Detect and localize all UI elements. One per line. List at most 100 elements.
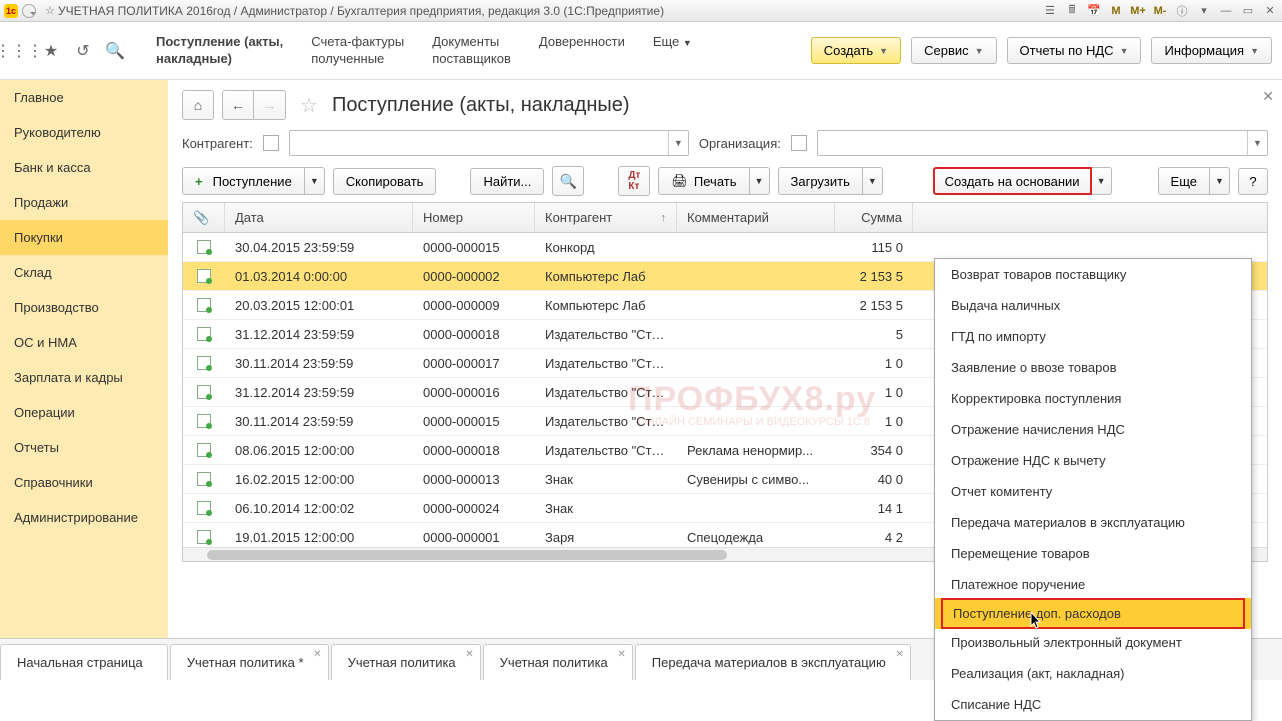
- tab-close-icon[interactable]: ✕: [465, 649, 473, 660]
- col-comm[interactable]: Комментарий: [677, 203, 835, 232]
- nav-tab[interactable]: Счета-фактурыполученные: [297, 34, 418, 68]
- menu-item[interactable]: Списание НДС: [935, 689, 1251, 720]
- bottom-tab[interactable]: Передача материалов в эксплуатацию✕: [635, 644, 911, 680]
- nav-tab[interactable]: Доверенности: [525, 34, 639, 68]
- filter-contragent-checkbox[interactable]: [263, 135, 279, 151]
- menu-item[interactable]: Отражение НДС к вычету: [935, 445, 1251, 476]
- document-icon: [197, 240, 211, 254]
- maximize-icon[interactable]: ▭: [1240, 3, 1256, 19]
- home-button[interactable]: ⌂: [182, 90, 214, 120]
- create-based-on-menu: Возврат товаров поставщикуВыдача наличны…: [934, 258, 1252, 721]
- memory-mplus-button[interactable]: M+: [1130, 3, 1146, 19]
- find-button[interactable]: Найти...: [470, 168, 544, 195]
- sidebar-item[interactable]: Руководителю: [0, 115, 168, 150]
- menu-item[interactable]: Заявление о ввозе товаров: [935, 352, 1251, 383]
- tab-close-icon[interactable]: ✕: [313, 649, 321, 660]
- tab-close-icon[interactable]: ✕: [895, 649, 903, 660]
- close-icon[interactable]: ✕: [1262, 3, 1278, 19]
- caret-icon[interactable]: ▼: [1247, 131, 1267, 155]
- create-based-on-button[interactable]: Создать на основании: [933, 167, 1092, 195]
- sidebar-item[interactable]: ОС и НМА: [0, 325, 168, 360]
- menu-item[interactable]: Реализация (акт, накладная): [935, 658, 1251, 689]
- back-button[interactable]: ←: [222, 90, 254, 120]
- more-button[interactable]: Еще: [1158, 167, 1210, 195]
- panel-close-icon[interactable]: ✕: [1262, 88, 1274, 105]
- help-button[interactable]: ?: [1238, 168, 1268, 195]
- info-icon[interactable]: ⓘ: [1174, 3, 1190, 19]
- print-button[interactable]: 🖨 Печать: [658, 167, 749, 195]
- sidebar-item[interactable]: Покупки: [0, 220, 168, 255]
- reports-button[interactable]: Отчеты по НДС▼: [1007, 37, 1142, 64]
- menu-item[interactable]: Платежное поручение: [935, 569, 1251, 600]
- bottom-tab[interactable]: Учетная политика✕: [483, 644, 633, 680]
- favorite-star-icon[interactable]: ☆: [300, 93, 318, 118]
- tab-close-icon[interactable]: ✕: [617, 649, 625, 660]
- dropdown-icon[interactable]: [22, 4, 36, 18]
- search-icon[interactable]: 🔍: [106, 42, 124, 60]
- col-date[interactable]: Дата: [225, 203, 413, 232]
- filter-org-checkbox[interactable]: [791, 135, 807, 151]
- menu-item[interactable]: Возврат товаров поставщику: [935, 259, 1251, 290]
- bottom-tab[interactable]: Учетная политика *✕: [170, 644, 329, 680]
- info-button[interactable]: Информация▼: [1151, 37, 1272, 64]
- sidebar-item[interactable]: Банк и касса: [0, 150, 168, 185]
- col-agent[interactable]: Контрагент↑: [535, 203, 677, 232]
- bottom-tab[interactable]: Учетная политика✕: [331, 644, 481, 680]
- print-caret[interactable]: ▼: [750, 167, 770, 195]
- tool-icon[interactable]: ☰: [1042, 3, 1058, 19]
- menu-item[interactable]: Передача материалов в эксплуатацию: [935, 507, 1251, 538]
- bottom-tab[interactable]: Начальная страница: [0, 644, 168, 680]
- sidebar-item[interactable]: Зарплата и кадры: [0, 360, 168, 395]
- sidebar-item[interactable]: Справочники: [0, 465, 168, 500]
- caret-icon[interactable]: ▼: [668, 131, 688, 155]
- menu-item[interactable]: Отчет комитенту: [935, 476, 1251, 507]
- nav-tab[interactable]: Поступление (акты,накладные): [142, 34, 297, 68]
- sidebar-item[interactable]: Главное: [0, 80, 168, 115]
- load-caret[interactable]: ▼: [863, 167, 883, 195]
- menu-item[interactable]: ГТД по импорту: [935, 321, 1251, 352]
- tool-icon[interactable]: 📅: [1086, 3, 1102, 19]
- menu-item[interactable]: Произвольный электронный документ: [935, 627, 1251, 658]
- sidebar-item[interactable]: Производство: [0, 290, 168, 325]
- service-button[interactable]: Сервис▼: [911, 37, 996, 64]
- more-caret[interactable]: ▼: [1210, 167, 1230, 195]
- load-button[interactable]: Загрузить: [778, 167, 863, 195]
- create-button[interactable]: Создать▼: [811, 37, 901, 64]
- col-num[interactable]: Номер: [413, 203, 535, 232]
- memory-m-button[interactable]: M: [1108, 3, 1124, 19]
- caret-icon: ▼: [975, 46, 984, 56]
- dt-kt-button[interactable]: ДтКт: [618, 166, 650, 196]
- info-caret-icon[interactable]: ▾: [1196, 3, 1212, 19]
- forward-button[interactable]: →: [254, 90, 286, 120]
- menu-item[interactable]: Перемещение товаров: [935, 538, 1251, 569]
- menu-item[interactable]: Выдача наличных: [935, 290, 1251, 321]
- postuplenie-button[interactable]: Поступление: [182, 167, 305, 195]
- col-sum[interactable]: Сумма: [835, 203, 913, 232]
- history-icon[interactable]: ↺: [74, 42, 92, 60]
- minimize-icon[interactable]: —: [1218, 3, 1234, 19]
- memory-mminus-button[interactable]: M-: [1152, 3, 1168, 19]
- document-icon: [197, 530, 211, 544]
- favorite-icon[interactable]: ☆: [42, 3, 58, 19]
- sidebar-item[interactable]: Отчеты: [0, 430, 168, 465]
- clear-filter-button[interactable]: 🔍: [552, 166, 584, 196]
- cell-comm: Сувениры с симво...: [677, 472, 835, 487]
- filter-contragent-combo[interactable]: ▼: [289, 130, 689, 156]
- sidebar-item[interactable]: Продажи: [0, 185, 168, 220]
- nav-tab[interactable]: Документыпоставщиков: [418, 34, 525, 68]
- sidebar-item[interactable]: Администрирование: [0, 500, 168, 535]
- sidebar-item[interactable]: Склад: [0, 255, 168, 290]
- menu-item[interactable]: Отражение начисления НДС: [935, 414, 1251, 445]
- menu-item[interactable]: Корректировка поступления: [935, 383, 1251, 414]
- sidebar-item[interactable]: Операции: [0, 395, 168, 430]
- menu-item[interactable]: Поступление доп. расходов: [935, 598, 1251, 629]
- copy-button[interactable]: Скопировать: [333, 168, 437, 195]
- postuplenie-caret[interactable]: ▼: [305, 167, 325, 195]
- nav-tab[interactable]: Еще ▼: [639, 34, 706, 68]
- create-based-on-caret[interactable]: ▼: [1092, 167, 1112, 195]
- col-attach[interactable]: 📎: [183, 203, 225, 232]
- tool-icon[interactable]: 🖩: [1064, 3, 1080, 19]
- filter-org-combo[interactable]: ▼: [817, 130, 1268, 156]
- star-icon[interactable]: ★: [42, 42, 60, 60]
- apps-icon[interactable]: ⋮⋮⋮: [10, 42, 28, 60]
